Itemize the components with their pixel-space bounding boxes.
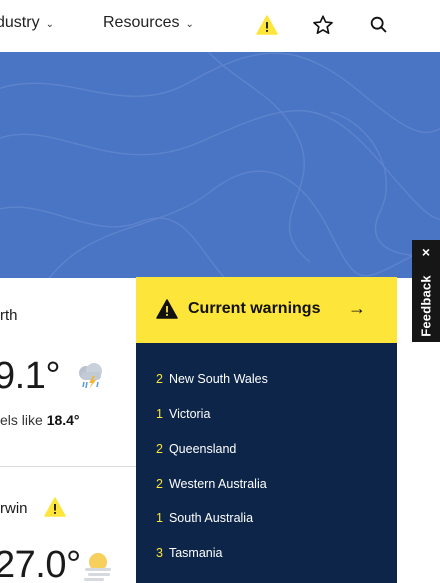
warning-item-vic[interactable]: 1 Victoria [156,407,210,421]
warning-item-tas[interactable]: 3 Tasmania [156,546,222,560]
warning-item-qld[interactable]: 2 Queensland [156,442,236,456]
weather-panel [0,278,136,583]
nav-resources-label: Resources [103,14,180,31]
nav-industry[interactable]: dustry ⌄ [0,14,54,32]
warning-count: 1 [156,511,163,525]
feels-like-label: els like [0,412,47,428]
city-name-perth[interactable]: rth [0,307,18,324]
warning-state: Queensland [168,442,237,456]
contour-pattern [0,52,440,278]
warning-state: Western Australia [168,477,267,491]
top-navigation: dustry ⌄ Resources ⌄ [0,0,440,52]
feels-like-perth: els like 18.4° [0,412,80,428]
warning-count: 2 [156,477,163,491]
temperature-perth: 9.1° [0,355,61,397]
warning-count: 1 [156,407,163,421]
warning-count: 2 [156,442,163,456]
city-name-darwin[interactable]: rwin [0,500,28,517]
warning-state: New South Wales [168,372,268,386]
feels-like-value: 18.4° [46,412,80,428]
warning-count: 2 [156,372,163,386]
warning-state: Tasmania [168,546,223,560]
warning-item-nsw[interactable]: 2 New South Wales [156,372,268,386]
warning-count: 3 [156,546,163,560]
warning-icon[interactable] [44,497,66,517]
feedback-label: Feedback [418,275,434,337]
feedback-tab[interactable]: × Feedback [412,240,440,342]
warning-item-wa[interactable]: 2 Western Australia [156,477,267,491]
storm-cloud-icon [73,358,107,392]
warning-item-sa[interactable]: 1 South Australia [156,511,253,525]
divider [0,466,136,467]
nav-resources[interactable]: Resources ⌄ [103,14,194,32]
hazy-sun-icon [80,548,114,582]
temperature-darwin: 27.0° [0,544,81,583]
arrow-right-icon: → [348,298,366,318]
hero-banner [0,52,440,278]
warning-state: South Australia [168,511,254,525]
search-icon[interactable] [366,12,392,38]
nav-industry-label: dustry [0,14,40,31]
star-icon[interactable] [310,12,336,38]
chevron-down-icon: ⌄ [45,18,54,30]
chevron-down-icon: ⌄ [185,18,194,30]
close-icon[interactable]: × [412,244,440,260]
warnings-list: 2 New South Wales 1 Victoria 2 Queensland 2… [136,343,397,583]
current-warnings-title: Current warnings [188,300,321,317]
warning-icon[interactable] [254,12,280,38]
warning-state: Victoria [168,407,211,421]
warning-icon [156,299,178,319]
current-warnings-button[interactable]: Current warnings → [136,277,397,343]
